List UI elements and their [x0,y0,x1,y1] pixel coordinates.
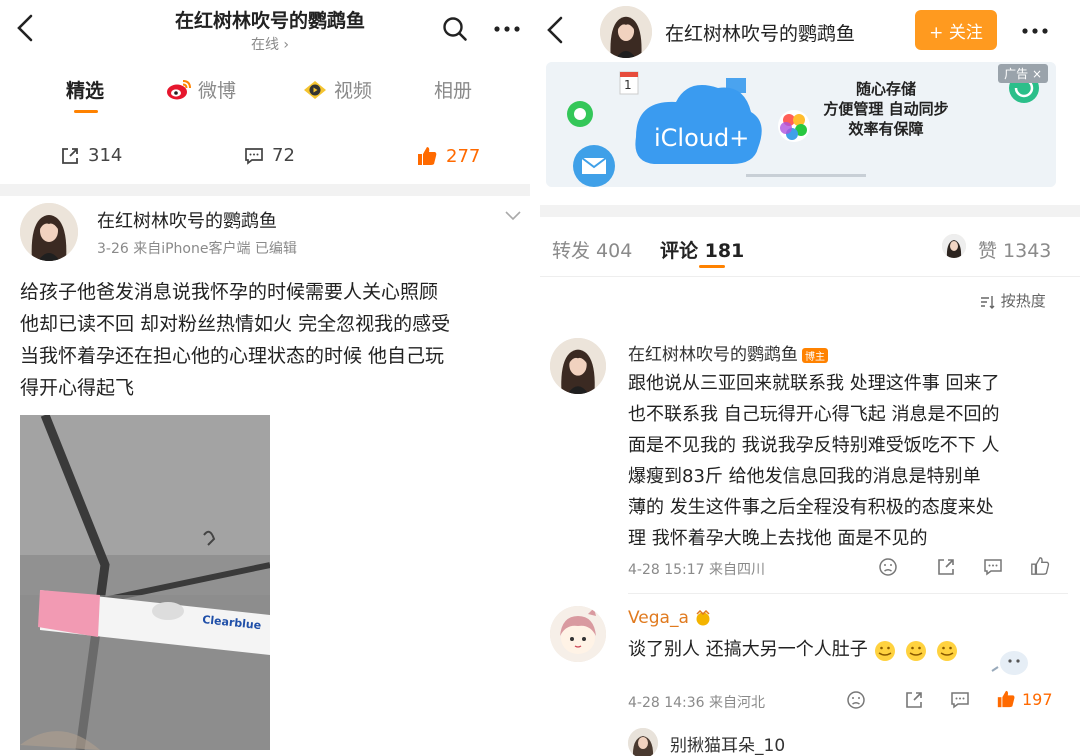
section-divider [0,184,530,196]
follow-button[interactable]: + 关注 [915,10,997,50]
active-tab-indicator [699,265,725,268]
post-photo[interactable]: Clearblue [20,415,270,750]
commenter-avatar[interactable] [550,338,606,394]
post-line: 当我怀着孕还在担心他的心理状态的时候 他自己玩 [20,345,445,367]
sort-icon [980,295,996,309]
vip-badge-icon [694,610,712,626]
comment-body: 谈了别人 还搞大另一个人肚子 [628,634,969,665]
tab-comments[interactable]: 评论 181 [660,236,744,263]
author-name[interactable]: 在红树林吹号的鹦鹉鱼 [665,19,855,46]
post-body: 给孩子他爸发消息说我怀孕的时候需要人关心照顾 他却已读不回 却对粉丝热情如火 完… [20,276,515,404]
sticker-icon [988,645,1036,677]
dislike-icon[interactable] [846,690,866,710]
divider [628,593,1068,594]
reply-icon[interactable] [950,690,970,710]
comment-meta: 4-28 14:36 来自河北 [628,695,766,711]
author-badge: 博主 [802,347,828,363]
ad-line: 方便管理 自动同步 [823,100,949,118]
comment-count[interactable]: 72 [244,145,295,166]
comment-icon [244,146,264,166]
share-icon [60,146,80,166]
thumbs-up-icon [416,145,438,167]
comment-line: 理 我怀着孕大晚上去找他 面是不见的 [628,528,928,549]
comment-meta: 4-28 15:17 来自四川 [628,562,766,578]
share-icon[interactable] [904,690,924,710]
more-icon[interactable] [1022,28,1048,34]
comment-author[interactable]: 在红树林吹号的鹦鹉鱼 博主 [628,340,828,365]
thumbs-up-icon [996,689,1016,709]
profile-tabs: 精选 微博 视频 相册 [0,76,530,106]
back-arrow-icon[interactable] [546,16,564,44]
commenter-avatar[interactable] [550,606,606,662]
tab-featured[interactable]: 精选 [66,76,104,103]
more-icon[interactable] [494,26,520,32]
reply-author[interactable]: 别揪猫耳朵_10 [670,731,785,756]
share-icon[interactable] [936,557,956,577]
tab-album[interactable]: 相册 [434,76,472,103]
comment-line: 爆瘦到83斤 给他发信息回我的消息是特别单 [628,466,981,487]
divider [540,276,1080,277]
chevron-down-icon[interactable] [505,211,521,221]
ad-line: 随心存储 [855,80,916,98]
post-line: 得开心得起飞 [20,377,135,399]
like-button[interactable]: 197 [996,689,1053,709]
badge-count: 1 [624,78,632,92]
comment-line: 跟他说从三亚回来就联系我 处理这件事 回来了 [628,373,1000,394]
panel-gutter [530,0,540,756]
comment-line: 也不联系我 自己玩得开心得飞起 消息是不回的 [628,404,1000,425]
section-divider [540,205,1080,217]
sort-toggle[interactable]: 按热度 [980,290,1046,311]
tab-reposts[interactable]: 转发 404 [552,236,632,263]
ad-product: iCloud+ [654,124,750,152]
reply-icon[interactable] [983,557,1003,577]
liker-avatar [942,234,966,258]
post-author-name[interactable]: 在红树林吹号的鹦鹉鱼 [97,207,277,233]
icloud-ad-banner[interactable]: 1 iCloud+ 随心存储 方便管理 自动同步 效率有保障 广告 × [546,62,1056,187]
emoji-icons [873,637,969,663]
comment-body: 跟他说从三亚回来就联系我 处理这件事 回来了 也不联系我 自己玩得开心得飞起 消… [628,368,1068,554]
post-line: 他却已读不回 却对粉丝热情如火 完全忽视我的感受 [20,313,451,335]
thumbs-up-icon[interactable] [1030,556,1050,576]
weibo-icon [166,79,192,101]
post-meta: 3-26 来自iPhone客户端 已编辑 [97,241,297,257]
post-line: 给孩子他爸发消息说我怀孕的时候需要人关心照顾 [20,281,439,303]
detail-tabs: 转发 404 评论 181 赞 1343 [540,234,1080,263]
active-tab-indicator [74,110,98,113]
comment-line: 面是不见我的 我说我孕反特别难受饭吃不下 人 [628,435,1000,456]
tab-video[interactable]: 视频 [302,76,372,103]
comment-author[interactable]: Vega_a [628,608,712,628]
avatar[interactable] [20,203,78,261]
comment-line: 薄的 发生这件事之后全程没有积极的态度来处 [628,497,994,518]
dislike-icon[interactable] [878,557,898,577]
reply-avatar[interactable] [628,728,658,756]
tab-likes[interactable]: 赞 1343 [978,236,1051,263]
author-avatar[interactable] [600,6,652,58]
search-icon[interactable] [442,16,468,42]
repost-count[interactable]: 314 [60,145,122,166]
profile-panel: 在红树林吹号的鹦鹉鱼 在线 › 精选 微博 视频 相册 314 72 277 在… [0,0,530,756]
post-detail-panel: 在红树林吹号的鹦鹉鱼 + 关注 1 iCloud+ 随心存储 方便管理 自动同步… [540,0,1080,756]
ad-close-tag[interactable]: 广告 × [998,64,1048,83]
tab-weibo[interactable]: 微博 [166,76,236,103]
video-icon [302,79,328,101]
ad-line: 效率有保障 [848,120,924,138]
like-count[interactable]: 277 [416,145,480,167]
